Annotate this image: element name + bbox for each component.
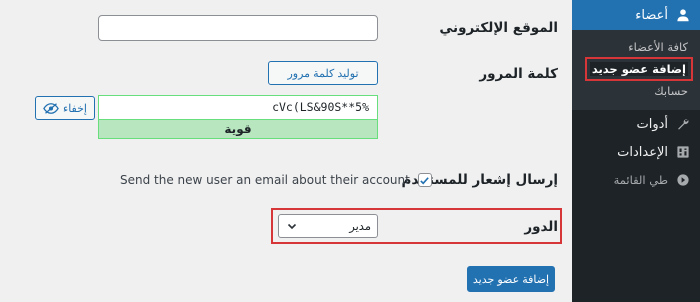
submenu-profile[interactable]: حسابك [572,80,700,102]
submenu-all-users[interactable]: كافة الأعضاء [572,36,700,58]
role-label: الدور [524,219,558,235]
sidebar-item-label: الإعدادات [617,144,668,160]
sidebar-item-label: طي القائمة [613,173,668,187]
chevron-down-icon [287,221,297,231]
website-input[interactable] [98,15,378,41]
notify-checkbox[interactable] [417,173,432,187]
sidebar-item-label: أعضاء [635,7,668,23]
add-user-form: الموقع الإلكتروني كلمة المرور توليد كلمة… [0,0,572,302]
add-user-submit-button[interactable]: إضافة عضو جديد [467,266,555,292]
hide-password-button[interactable]: إخفاء [35,96,95,120]
password-strength-meter: قوية [98,119,378,139]
sidebar-item-users[interactable]: أعضاء [572,0,700,30]
website-label: الموقع الإلكتروني [439,20,558,36]
password-label: كلمة المرور [479,66,558,82]
generate-password-button[interactable]: توليد كلمة مرور [268,61,378,85]
wrench-icon [676,117,690,131]
notify-option: Send the new user an email about their a… [120,173,432,187]
sidebar-item-settings[interactable]: الإعدادات [572,138,700,166]
collapse-menu-button[interactable]: طي القائمة [572,166,700,194]
sidebar-item-label: أدوات [636,116,668,132]
password-input[interactable]: cVc(LS&90S**5% [98,95,378,119]
eye-slash-icon [43,102,59,114]
users-submenu: كافة الأعضاء إضافة عضو جديد حسابك [572,30,700,110]
role-selected-value: مدير [349,219,371,233]
submenu-label: حسابك [654,84,688,98]
collapse-arrow-icon [676,173,690,187]
checkmark-icon [420,176,430,185]
notify-checkbox-text: Send the new user an email about their a… [120,173,410,187]
role-select[interactable]: مدير [278,214,378,238]
settings-icon [676,145,690,159]
submenu-add-new-user[interactable]: إضافة عضو جديد [572,57,700,81]
password-field-group: cVc(LS&90S**5% قوية [98,95,378,139]
sidebar-item-tools[interactable]: أدوات [572,110,700,138]
user-icon [676,8,690,22]
hide-password-label: إخفاء [63,102,87,115]
submenu-label: كافة الأعضاء [628,40,688,54]
submenu-label: إضافة عضو جديد [584,57,694,81]
admin-sidebar: أعضاء كافة الأعضاء إضافة عضو جديد حسابك … [572,0,700,302]
